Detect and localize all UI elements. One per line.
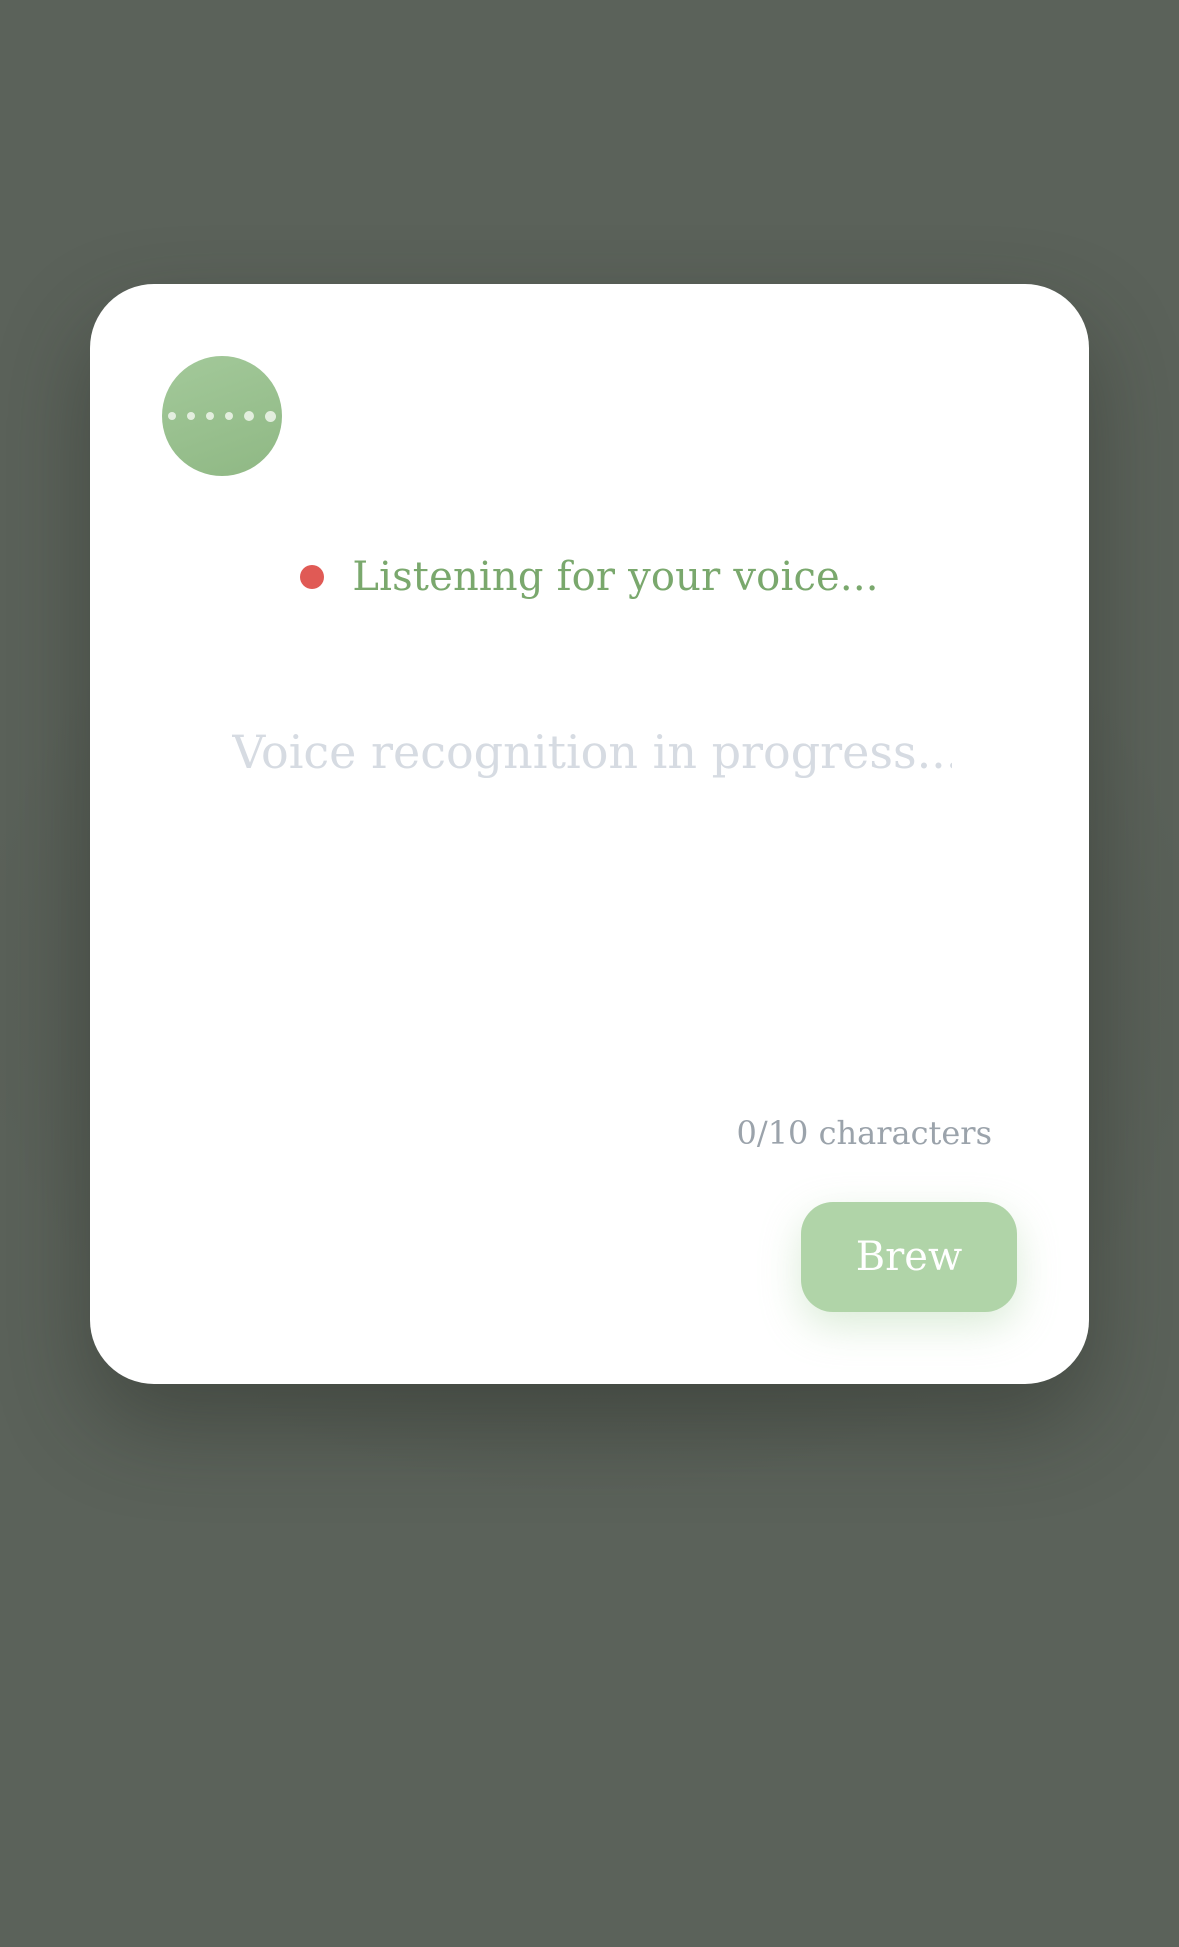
voice-input-card: Listening for your voice... 0/10 charact… <box>90 284 1089 1384</box>
character-counter: 0/10 characters <box>736 1114 992 1152</box>
status-text: Listening for your voice... <box>352 554 879 600</box>
wave-dot <box>265 410 276 422</box>
wave-dot <box>225 412 233 420</box>
wave-dot <box>244 411 254 421</box>
listening-status: Listening for your voice... <box>90 554 1089 600</box>
wave-dot <box>187 412 195 420</box>
transcript-input[interactable] <box>230 724 954 780</box>
recording-dot-icon <box>300 565 325 589</box>
wave-dot <box>206 412 214 420</box>
wave-dot <box>168 412 176 420</box>
voice-orb-button[interactable] <box>162 356 282 476</box>
waveform-dots-icon <box>168 410 276 422</box>
brew-button[interactable]: Brew <box>801 1202 1017 1312</box>
